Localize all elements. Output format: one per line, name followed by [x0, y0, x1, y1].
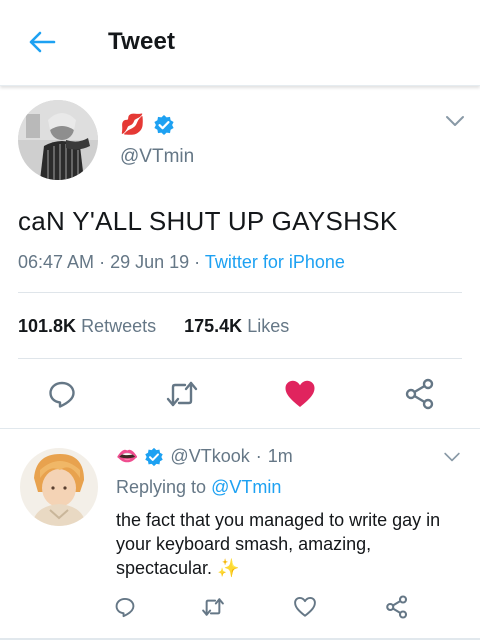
- lips-emoji: 💋: [120, 114, 145, 136]
- reply-text-block: the fact that you managed to write gay i…: [116, 508, 456, 580]
- page-title: Tweet: [108, 28, 176, 55]
- bottom-divider: [0, 638, 480, 640]
- share-icon: [405, 378, 434, 410]
- retweet-button[interactable]: [198, 592, 228, 622]
- verified-badge-icon: [154, 115, 174, 135]
- reply-button[interactable]: [42, 374, 82, 414]
- tweet-text: caN Y'ALL SHUT UP GAYSHSK: [18, 206, 398, 236]
- tweet-stats: 101.8K Retweets 175.4K Likes: [18, 316, 289, 337]
- share-icon: [386, 595, 408, 619]
- share-button[interactable]: [400, 374, 440, 414]
- retweets-count: 101.8K: [18, 316, 77, 336]
- like-button[interactable]: [290, 592, 320, 622]
- tweet-actions: [0, 374, 480, 414]
- reply-button[interactable]: [110, 592, 140, 622]
- heart-outline-icon: [294, 596, 316, 617]
- replying-to: Replying to @VTmin: [116, 477, 281, 498]
- retweets-label: Retweets: [81, 316, 157, 336]
- reply-actions: [0, 592, 480, 622]
- chevron-down-icon: [446, 116, 464, 126]
- author-handle[interactable]: @VTmin: [120, 146, 194, 168]
- heart-icon: [285, 380, 315, 407]
- reply-text: the fact that you managed to write gay i…: [116, 510, 441, 578]
- divider: [18, 358, 462, 359]
- sparkles-emoji: ✨: [217, 558, 240, 578]
- meta-separator: ·: [194, 252, 205, 272]
- divider: [18, 292, 462, 293]
- retweet-icon: [166, 381, 198, 407]
- tweet-time: 06:47 AM: [18, 252, 95, 272]
- chevron-down-icon: [444, 452, 460, 462]
- reply-menu-button[interactable]: [442, 450, 462, 468]
- replying-prefix: Replying to: [116, 477, 207, 497]
- section-divider: [0, 428, 480, 429]
- reply-handle[interactable]: @VTkook: [170, 446, 249, 467]
- reply-age: 1m: [267, 446, 293, 466]
- replying-mention-link[interactable]: @VTmin: [211, 477, 281, 497]
- reply-icon: [115, 597, 135, 618]
- likes-count: 175.4K: [184, 316, 243, 336]
- tweet-meta: 06:47 AM · 29 Jun 19 · Twitter for iPhon…: [18, 252, 345, 273]
- tweet-date: 29 Jun 19: [110, 252, 190, 272]
- author-name[interactable]: 💋: [120, 114, 175, 136]
- retweet-icon: [202, 598, 224, 616]
- meta-separator: ·: [99, 252, 111, 272]
- share-button[interactable]: [382, 592, 412, 622]
- tweet-source-link[interactable]: Twitter for iPhone: [205, 252, 345, 272]
- reply-avatar[interactable]: [20, 448, 98, 526]
- reply-tweet[interactable]: 👄 @VTkook · 1m Replying to @VTmin the fa…: [0, 430, 480, 641]
- like-button[interactable]: [280, 374, 320, 414]
- reply-header: 👄 @VTkook · 1m: [116, 446, 293, 467]
- verified-badge-icon: [145, 447, 164, 466]
- likes-stat[interactable]: 175.4K Likes: [184, 316, 289, 336]
- retweet-button[interactable]: [162, 374, 202, 414]
- avatar[interactable]: [18, 100, 98, 180]
- likes-label: Likes: [247, 316, 290, 336]
- mouth-emoji: 👄: [116, 446, 139, 466]
- reply-icon: [49, 381, 75, 408]
- arrow-left-icon: [29, 31, 56, 53]
- top-bar: Tweet: [0, 0, 480, 86]
- retweets-stat[interactable]: 101.8K Retweets: [18, 316, 161, 336]
- back-button[interactable]: [24, 26, 60, 58]
- tweet-menu-button[interactable]: [444, 114, 466, 133]
- meta-separator: ·: [255, 446, 262, 466]
